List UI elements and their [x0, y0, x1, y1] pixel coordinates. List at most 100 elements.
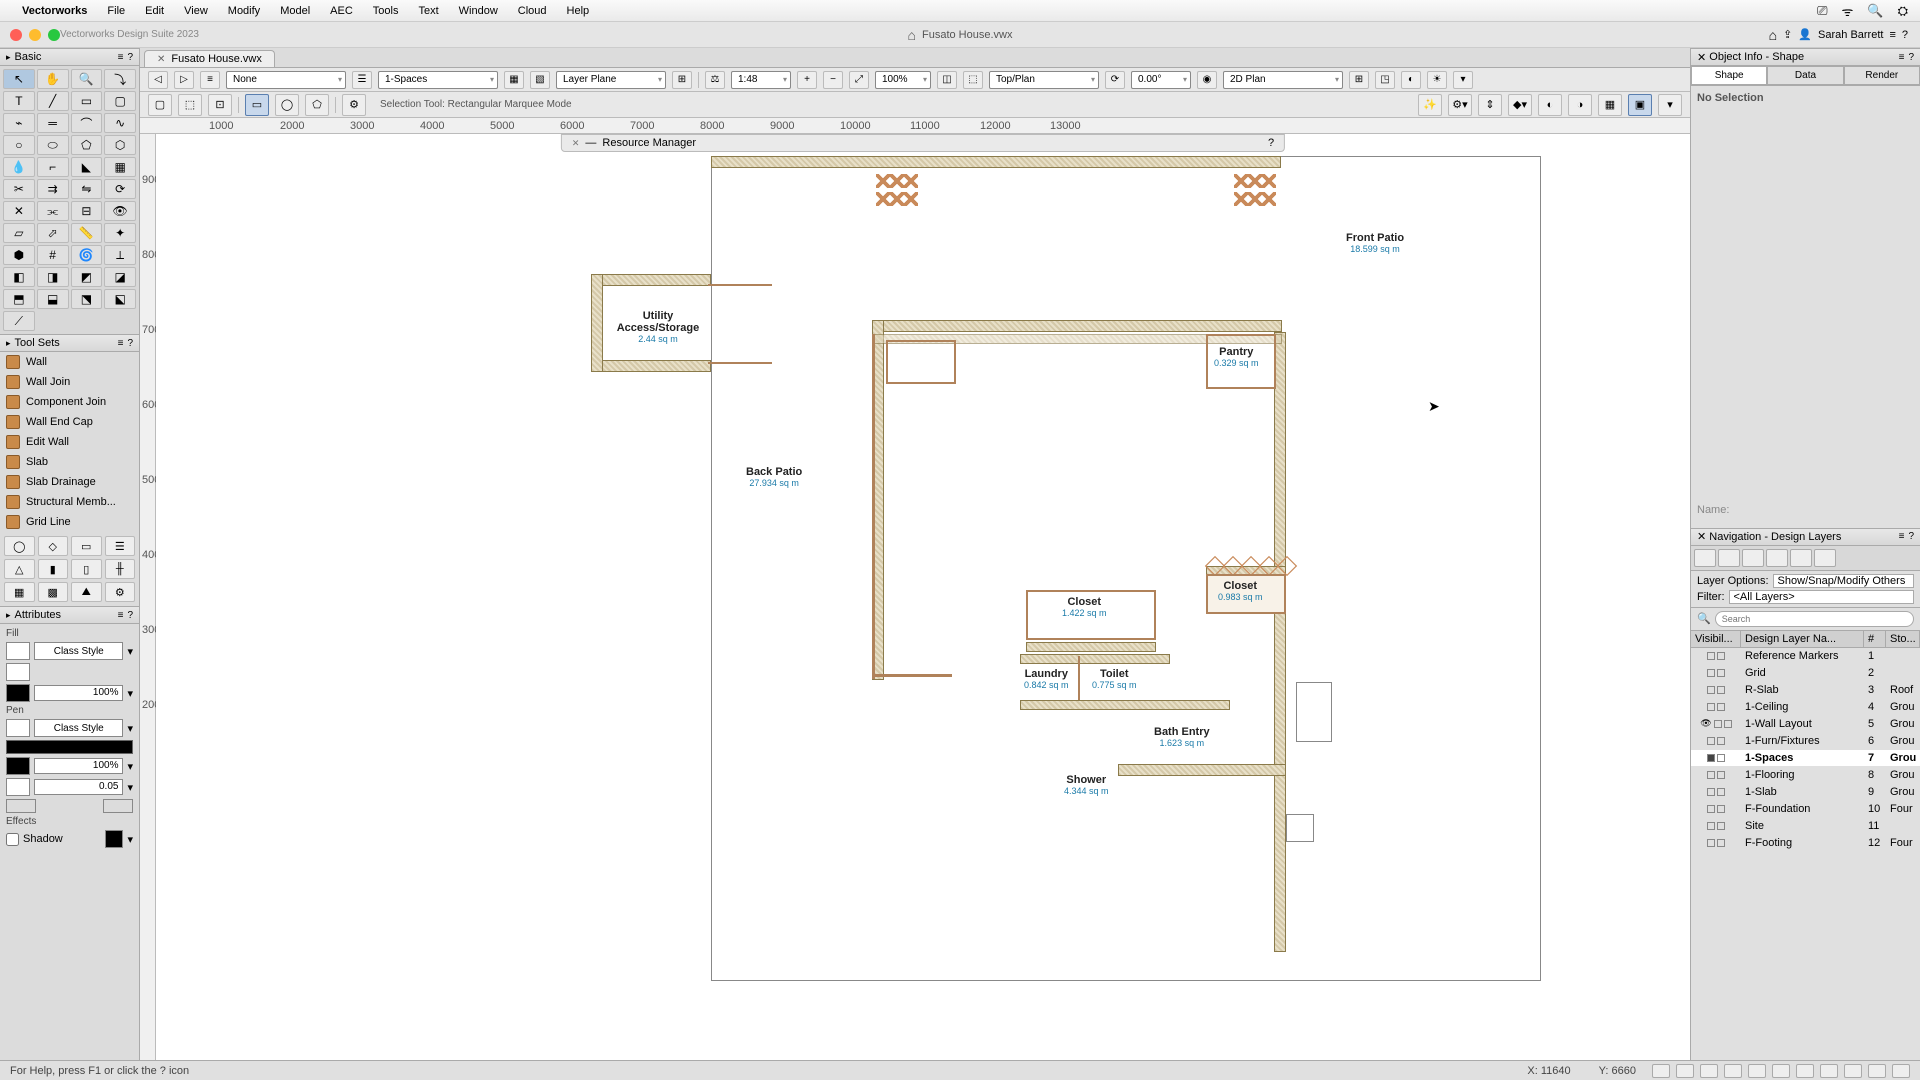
snap-smart-edge-icon[interactable]: [1772, 1064, 1790, 1078]
plane-icon-1[interactable]: ▦: [504, 71, 524, 89]
mode-polygon[interactable]: ⬠: [305, 94, 329, 116]
trim-tool[interactable]: ⊟: [71, 201, 103, 221]
visibility-tool[interactable]: 👁: [104, 201, 136, 221]
panel-menu-icon[interactable]: ≡: [1889, 29, 1895, 41]
spiral-tool[interactable]: 🌀: [71, 245, 103, 265]
help-icon[interactable]: ?: [1902, 29, 1908, 41]
clip-tool[interactable]: ✂: [3, 179, 35, 199]
tape-tool[interactable]: 📏: [71, 223, 103, 243]
pen-type-picker[interactable]: [6, 719, 30, 737]
walkthrough-icon[interactable]: ▦: [1598, 94, 1622, 116]
shaded-icon[interactable]: ◐: [1538, 94, 1562, 116]
connect-tool[interactable]: ⫘: [37, 201, 69, 221]
extra-tool-7[interactable]: ⬔: [71, 289, 103, 309]
filter-dropdown[interactable]: <All Layers>: [1729, 590, 1915, 604]
rotate-icon[interactable]: ⟳: [1105, 71, 1125, 89]
wand-icon[interactable]: ✨: [1418, 94, 1442, 116]
move-page-tool[interactable]: ▱: [3, 223, 35, 243]
pilaster-tool[interactable]: ▯: [71, 559, 102, 579]
menu-aec[interactable]: AEC: [320, 5, 363, 17]
orientation-dropdown[interactable]: Top/Plan: [989, 71, 1099, 89]
toolset-slab[interactable]: Slab: [0, 452, 139, 472]
fillet-tool[interactable]: ⌐: [37, 157, 69, 177]
gear-dropdown-icon[interactable]: ⚙▾: [1448, 94, 1472, 116]
render-icon[interactable]: ◉: [1197, 71, 1217, 89]
user-icon[interactable]: 👤: [1798, 28, 1812, 41]
text-tool[interactable]: T: [3, 91, 35, 111]
menu-modify[interactable]: Modify: [218, 5, 270, 17]
spotlight-icon[interactable]: 🔍: [1867, 3, 1883, 19]
menu-edit[interactable]: Edit: [135, 5, 174, 17]
layer-row[interactable]: Reference Markers1: [1691, 648, 1920, 665]
menu-text[interactable]: Text: [408, 5, 448, 17]
fill-menu-icon[interactable]: ▾: [127, 645, 133, 658]
layer-row[interactable]: 1-Spaces7Grou: [1691, 750, 1920, 767]
menu-cloud[interactable]: Cloud: [508, 5, 557, 17]
lights-icon[interactable]: ◑: [1568, 94, 1592, 116]
heliodon-icon[interactable]: ☀: [1427, 71, 1447, 89]
column-tool[interactable]: ▮: [38, 559, 69, 579]
rectangle-tool[interactable]: ▭: [71, 91, 103, 111]
shadow-settings[interactable]: [105, 830, 123, 848]
mirror-tool[interactable]: ⇋: [71, 179, 103, 199]
angle-field[interactable]: 0.00°: [1131, 71, 1191, 89]
cast-icon[interactable]: ⎚: [1817, 3, 1827, 19]
extra-tool-9[interactable]: ⟋: [3, 311, 35, 331]
attributes-header[interactable]: ▸Attributes≡?: [0, 606, 139, 624]
back-view-icon[interactable]: ◁: [148, 71, 168, 89]
space-tool[interactable]: ◯: [4, 536, 35, 556]
toolset-structural[interactable]: Structural Memb...: [0, 492, 139, 512]
oip-tab-render[interactable]: Render: [1844, 66, 1920, 85]
wifi-icon[interactable]: ᯤ: [1842, 2, 1854, 20]
basic-palette-header[interactable]: ▸Basic≡?: [0, 48, 139, 66]
arc-tool[interactable]: ⌒: [71, 113, 103, 133]
extra-tool-2[interactable]: ◨: [37, 267, 69, 287]
close-icon[interactable]: ✕: [1697, 530, 1706, 543]
mode-1[interactable]: ▢: [148, 94, 172, 116]
pan-tool[interactable]: ✋: [37, 69, 69, 89]
callout-tool[interactable]: ⬀: [37, 223, 69, 243]
fill-type-picker[interactable]: [6, 642, 30, 660]
toolset-gridline[interactable]: Grid Line: [0, 512, 139, 532]
resource-manager-bar[interactable]: ✕—Resource Manager?: [561, 134, 1285, 152]
layer-row[interactable]: 1-Ceiling4Grou: [1691, 699, 1920, 716]
window-tool[interactable]: ▭: [71, 536, 102, 556]
railing-tool[interactable]: ╫: [105, 559, 136, 579]
home-user-icon[interactable]: ⌂: [1769, 27, 1777, 43]
scale-icon[interactable]: ⚖: [705, 71, 725, 89]
offset-tool[interactable]: ⇉: [37, 179, 69, 199]
nav-saved-views-icon[interactable]: [1814, 549, 1836, 567]
fill-class-style[interactable]: Class Style: [34, 642, 123, 660]
hardscape-tool[interactable]: ▩: [38, 582, 69, 602]
pen-menu-icon[interactable]: ▾: [127, 722, 133, 735]
snap-intersect-icon[interactable]: [1724, 1064, 1742, 1078]
nav-search-input[interactable]: [1715, 611, 1914, 627]
menu-file[interactable]: File: [97, 5, 135, 17]
menu-help[interactable]: Help: [557, 5, 600, 17]
snap-smart-point-icon[interactable]: [1748, 1064, 1766, 1078]
layer-row[interactable]: F-Footing12Four: [1691, 835, 1920, 852]
zoom-in-icon[interactable]: +: [797, 71, 817, 89]
layer-row[interactable]: R-Slab3Roof: [1691, 682, 1920, 699]
selection-tool[interactable]: ↖: [3, 69, 35, 89]
layer-row[interactable]: 1-Flooring8Grou: [1691, 767, 1920, 784]
gear-icon[interactable]: ⚙: [105, 582, 136, 602]
extra-tool-3[interactable]: ◩: [71, 267, 103, 287]
close-icon[interactable]: ✕: [572, 138, 580, 149]
roof-tool[interactable]: △: [4, 559, 35, 579]
nav-classes-icon[interactable]: [1694, 549, 1716, 567]
zoom-out-icon[interactable]: −: [823, 71, 843, 89]
help-icon[interactable]: ?: [1268, 137, 1274, 149]
oval-tool[interactable]: ⬭: [37, 135, 69, 155]
symbol-tool[interactable]: ⬢: [3, 245, 35, 265]
snap-master-icon[interactable]: [1844, 1064, 1862, 1078]
attribute-mapping-tool[interactable]: ▦: [104, 157, 136, 177]
circle-tool[interactable]: ○: [3, 135, 35, 155]
toolset-slab-drainage[interactable]: Slab Drainage: [0, 472, 139, 492]
line-weight[interactable]: 0.05: [34, 779, 123, 795]
double-line-tool[interactable]: ═: [37, 113, 69, 133]
drawing-canvas[interactable]: ✕—Resource Manager? Front Patio18.599 sq…: [156, 134, 1690, 1060]
stair-tool[interactable]: ☰: [105, 536, 136, 556]
extra-tool-5[interactable]: ⬒: [3, 289, 35, 309]
oip-tab-shape[interactable]: Shape: [1691, 66, 1767, 85]
